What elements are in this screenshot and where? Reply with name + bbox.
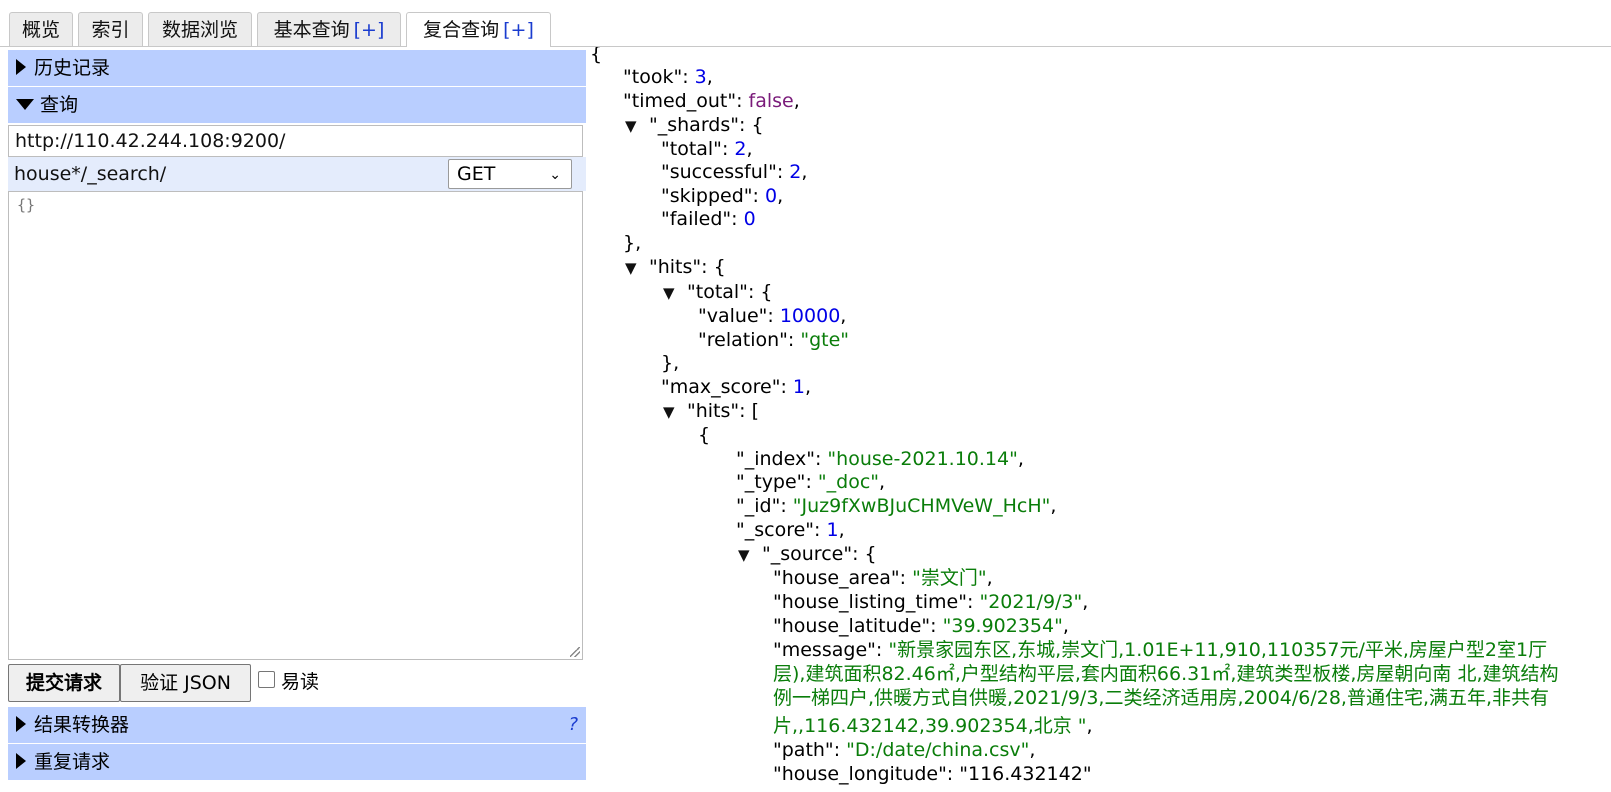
pretty-checkbox[interactable] bbox=[258, 671, 275, 688]
json-line: { bbox=[698, 424, 711, 446]
tab-basic-query-plus[interactable]: [+] bbox=[354, 19, 385, 41]
collapse-toggle-icon[interactable]: ▼ bbox=[625, 115, 649, 139]
json-line: "value": 10000, bbox=[698, 305, 847, 327]
json-line: "took": 3, bbox=[623, 66, 713, 88]
expand-right-icon bbox=[16, 753, 26, 769]
collapse-down-icon bbox=[16, 98, 34, 110]
json-line: "total": 2, bbox=[661, 138, 753, 160]
json-line: ▼ "_source": { bbox=[738, 543, 877, 568]
tab-indices[interactable]: 索引 bbox=[78, 12, 143, 46]
tab-compound-query[interactable]: 复合查询 [+] bbox=[406, 12, 551, 47]
request-path-input[interactable] bbox=[8, 158, 448, 190]
help-icon[interactable]: ? bbox=[568, 707, 578, 743]
submit-request-button[interactable]: 提交请求 bbox=[8, 664, 120, 702]
json-line: "timed_out": false, bbox=[623, 90, 800, 112]
http-method-select[interactable]: GET ⌄ bbox=[448, 159, 572, 189]
json-line: "house_area": "崇文门", bbox=[773, 567, 993, 589]
history-section-header[interactable]: 历史记录 bbox=[8, 50, 586, 86]
tab-data-browser[interactable]: 数据浏览 bbox=[148, 12, 252, 46]
tab-bar: 概览 索引 数据浏览 基本查询 [+] 复合查询 [+] bbox=[0, 0, 1611, 47]
json-line: { bbox=[590, 47, 603, 65]
json-line: "successful": 2, bbox=[661, 161, 808, 183]
json-line: "relation": "gte" bbox=[698, 329, 850, 351]
json-line: "_score": 1, bbox=[736, 519, 845, 541]
json-line: ▼ "_shards": { bbox=[625, 114, 764, 139]
expand-right-icon bbox=[16, 59, 26, 75]
json-line: ▼ "hits": [ bbox=[663, 400, 759, 425]
tab-indices-label: 索引 bbox=[91, 19, 130, 41]
json-line: "_type": "_doc", bbox=[736, 471, 886, 493]
repeat-request-section-header[interactable]: 重复请求 bbox=[8, 744, 586, 780]
json-line: 片,,116.432142,39.902354,北京 ", bbox=[773, 715, 1093, 737]
json-line: "message": "新景家园东区,东城,崇文门,1.01E+11,910,1… bbox=[773, 639, 1548, 661]
json-line: "house_listing_time": "2021/9/3", bbox=[773, 591, 1089, 613]
result-transformer-label: 结果转换器 bbox=[34, 714, 130, 736]
tab-data-browser-label: 数据浏览 bbox=[161, 19, 238, 41]
http-method-value: GET bbox=[457, 163, 496, 185]
pretty-option[interactable]: 易读 bbox=[258, 668, 319, 696]
repeat-request-label: 重复请求 bbox=[34, 751, 111, 773]
json-line: "_index": "house-2021.10.14", bbox=[736, 448, 1024, 470]
server-url-input[interactable] bbox=[8, 125, 583, 157]
collapse-toggle-icon[interactable]: ▼ bbox=[663, 282, 687, 306]
json-line: "_id": "Juz9fXwBJuCHMVeW_HcH", bbox=[736, 495, 1057, 517]
tab-overview-label: 概览 bbox=[21, 19, 60, 41]
json-line: "failed": 0 bbox=[661, 208, 756, 230]
json-line: "house_latitude": "39.902354", bbox=[773, 615, 1069, 637]
query-label: 查询 bbox=[40, 94, 79, 116]
json-line: 层),建筑面积82.46㎡,户型结构平层,套内面积66.31㎡,建筑类型板楼,房… bbox=[773, 663, 1559, 685]
tab-basic-query[interactable]: 基本查询 [+] bbox=[257, 12, 401, 46]
json-line: ▼ "hits": { bbox=[625, 256, 726, 281]
collapse-toggle-icon[interactable]: ▼ bbox=[625, 257, 649, 281]
validate-json-button[interactable]: 验证 JSON bbox=[120, 664, 251, 702]
chevron-down-icon: ⌄ bbox=[549, 167, 561, 183]
history-label: 历史记录 bbox=[34, 57, 111, 79]
request-path-row: GET ⌄ bbox=[8, 157, 586, 191]
request-body-text: {} bbox=[17, 196, 36, 214]
json-result-viewer: { "took": 3, "timed_out": false, ▼ "_shar… bbox=[590, 47, 1611, 792]
resize-grip-icon[interactable] bbox=[570, 647, 580, 657]
query-section-header[interactable]: 查询 bbox=[8, 87, 586, 123]
tab-compound-query-label: 复合查询 bbox=[423, 19, 500, 41]
tab-compound-query-plus[interactable]: [+] bbox=[503, 19, 534, 41]
json-line: "skipped": 0, bbox=[661, 185, 784, 207]
result-transformer-section-header[interactable]: 结果转换器 ? bbox=[8, 707, 586, 743]
collapse-toggle-icon[interactable]: ▼ bbox=[738, 544, 762, 568]
json-line: "path": "D:/date/china.csv", bbox=[773, 739, 1036, 761]
json-line: "house_longitude": "116.432142" bbox=[773, 763, 1092, 785]
query-pane: 历史记录 查询 GET ⌄ {} 提交请求 验证 JSON 易读 结果转换器 ?… bbox=[0, 47, 590, 792]
collapse-toggle-icon[interactable]: ▼ bbox=[663, 401, 687, 425]
json-line: }, bbox=[623, 232, 642, 254]
json-line: 例一梯四户,供暖方式自供暖,2021/9/3,二类经济适用房,2004/6/28… bbox=[773, 687, 1550, 709]
pretty-label: 易读 bbox=[281, 671, 320, 693]
expand-right-icon bbox=[16, 716, 26, 732]
tab-basic-query-label: 基本查询 bbox=[273, 19, 350, 41]
tab-overview[interactable]: 概览 bbox=[9, 12, 73, 46]
json-line: "max_score": 1, bbox=[661, 376, 812, 398]
request-body-editor[interactable]: {} bbox=[8, 191, 583, 660]
json-line: }, bbox=[661, 352, 680, 374]
json-line: ▼ "total": { bbox=[663, 281, 772, 306]
